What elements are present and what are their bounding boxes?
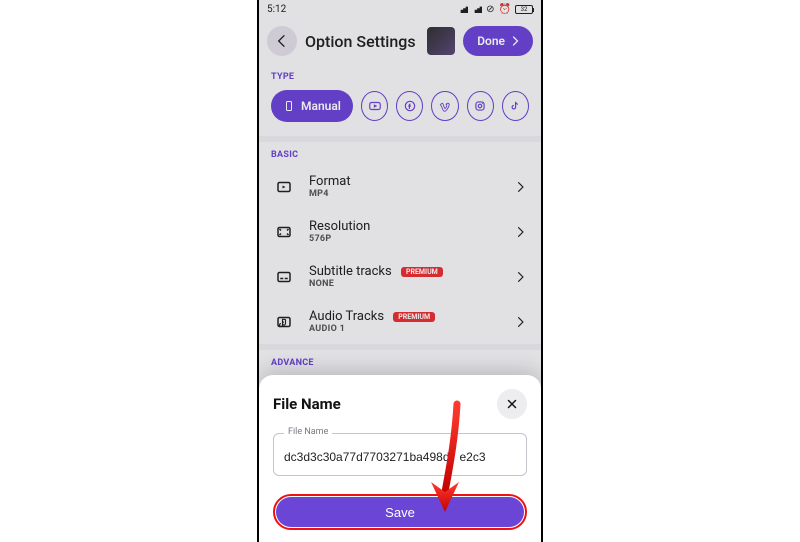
filename-input[interactable] <box>284 450 516 464</box>
premium-badge: PREMIUM <box>401 267 443 277</box>
resolution-title: Resolution <box>309 219 499 234</box>
subtitle-value: NONE <box>309 279 499 289</box>
resolution-icon <box>273 221 295 243</box>
battery-icon: 32 <box>515 5 533 14</box>
type-youtube[interactable] <box>361 91 388 121</box>
section-label-basic: BASIC <box>259 142 541 164</box>
save-button[interactable]: Save <box>276 497 524 527</box>
sheet-title: File Name <box>273 395 341 413</box>
chevron-right-icon <box>513 270 527 284</box>
type-row: Manual <box>259 86 541 136</box>
type-manual[interactable]: Manual <box>271 90 353 122</box>
phone-viewport: 5:12 ⊘ ⏰ 32 Option Settings Done TYPE Ma… <box>257 0 543 542</box>
page-title: Option Settings <box>305 32 419 51</box>
audio-title: Audio Tracks PREMIUM <box>309 309 499 324</box>
audio-value: AUDIO 1 <box>309 324 499 334</box>
video-thumbnail[interactable] <box>427 27 455 55</box>
done-button[interactable]: Done <box>463 26 533 56</box>
subtitle-title: Subtitle tracks PREMIUM <box>309 264 499 279</box>
signal-icon <box>458 5 468 13</box>
type-tiktok[interactable] <box>502 91 529 121</box>
resolution-value: 576P <box>309 234 499 244</box>
type-manual-label: Manual <box>301 99 341 113</box>
signal-icon <box>472 5 482 13</box>
chevron-right-icon <box>513 315 527 329</box>
save-highlight: Save <box>273 494 527 530</box>
row-format[interactable]: Format MP4 <box>259 164 541 209</box>
done-label: Done <box>477 34 505 48</box>
section-label-type: TYPE <box>259 64 541 86</box>
type-instagram[interactable] <box>467 91 494 121</box>
appbar: Option Settings Done <box>259 18 541 64</box>
filename-sheet: File Name File Name Save <box>259 375 541 542</box>
chevron-right-icon <box>513 180 527 194</box>
section-label-advance: ADVANCE <box>259 350 541 372</box>
format-title: Format <box>309 174 499 189</box>
filename-field[interactable]: File Name <box>273 433 527 476</box>
filename-label: File Name <box>284 427 332 437</box>
status-time: 5:12 <box>267 4 286 15</box>
close-button[interactable] <box>497 389 527 419</box>
row-resolution[interactable]: Resolution 576P <box>259 209 541 254</box>
subtitle-icon <box>273 266 295 288</box>
premium-badge: PREMIUM <box>393 312 435 322</box>
type-vimeo[interactable] <box>431 91 458 121</box>
row-audio[interactable]: Audio Tracks PREMIUM AUDIO 1 <box>259 299 541 344</box>
format-icon <box>273 176 295 198</box>
statusbar: 5:12 ⊘ ⏰ 32 <box>259 0 541 18</box>
format-value: MP4 <box>309 189 499 199</box>
type-facebook[interactable] <box>396 91 423 121</box>
wifi-off-icon: ⊘ <box>486 4 494 15</box>
alarm-icon: ⏰ <box>499 4 511 15</box>
back-button[interactable] <box>267 26 297 56</box>
audio-icon <box>273 311 295 333</box>
chevron-right-icon <box>513 225 527 239</box>
row-subtitle[interactable]: Subtitle tracks PREMIUM NONE <box>259 254 541 299</box>
